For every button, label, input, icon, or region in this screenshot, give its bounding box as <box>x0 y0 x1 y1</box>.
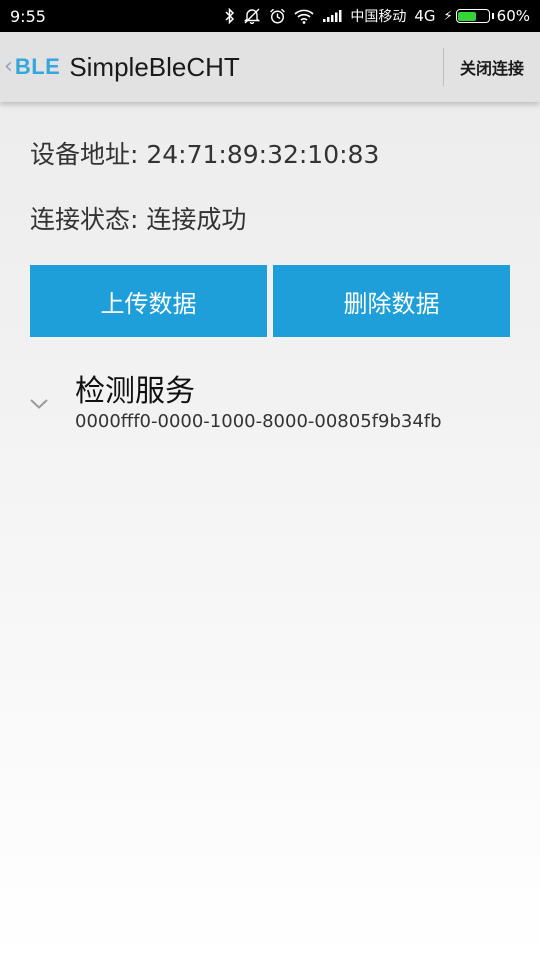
battery-indicator: ⚡ 60% <box>444 7 530 25</box>
device-address: 设备地址: 24:71:89:32:10:83 <box>30 140 380 169</box>
connection-state: 连接状态: 连接成功 <box>30 205 247 234</box>
alarm-icon <box>269 8 286 24</box>
service-title: 检测服务 <box>75 374 195 409</box>
status-time: 9:55 <box>10 6 46 26</box>
battery-fill <box>458 11 476 21</box>
action-bar: ‹ BLE SimpleBleCHT 关闭连接 <box>0 32 540 102</box>
chevron-down-icon <box>29 395 49 414</box>
status-icons: 中国移动 4G ⚡ 60% <box>225 6 530 26</box>
carrier-label: 中国移动 <box>350 9 407 25</box>
app-logo-icon: BLE <box>14 54 61 79</box>
signal-icon <box>322 9 342 23</box>
delete-data-button[interactable]: 删除数据 <box>273 265 510 337</box>
charging-icon: ⚡ <box>443 8 453 24</box>
battery-percent: 60% <box>496 7 530 25</box>
app-title: SimpleBleCHT <box>69 51 240 82</box>
mute-icon <box>243 8 261 24</box>
bluetooth-icon <box>225 8 235 24</box>
chevron-left-icon: ‹ <box>4 54 13 79</box>
disconnect-button[interactable]: 关闭连接 <box>444 32 540 102</box>
status-bar: 9:55 中国移动 4G ⚡ 60% <box>0 0 540 32</box>
service-list-item[interactable]: 检测服务 0000fff0-0000-1000-8000-00805f9b34f… <box>0 360 540 450</box>
battery-icon <box>455 9 490 23</box>
wifi-icon <box>294 9 314 24</box>
service-uuid: 0000fff0-0000-1000-8000-00805f9b34fb <box>75 411 442 432</box>
battery-tip <box>491 13 494 19</box>
back-button[interactable]: ‹ BLE SimpleBleCHT <box>0 32 240 102</box>
upload-data-button[interactable]: 上传数据 <box>30 265 267 337</box>
network-type: 4G <box>414 7 436 25</box>
